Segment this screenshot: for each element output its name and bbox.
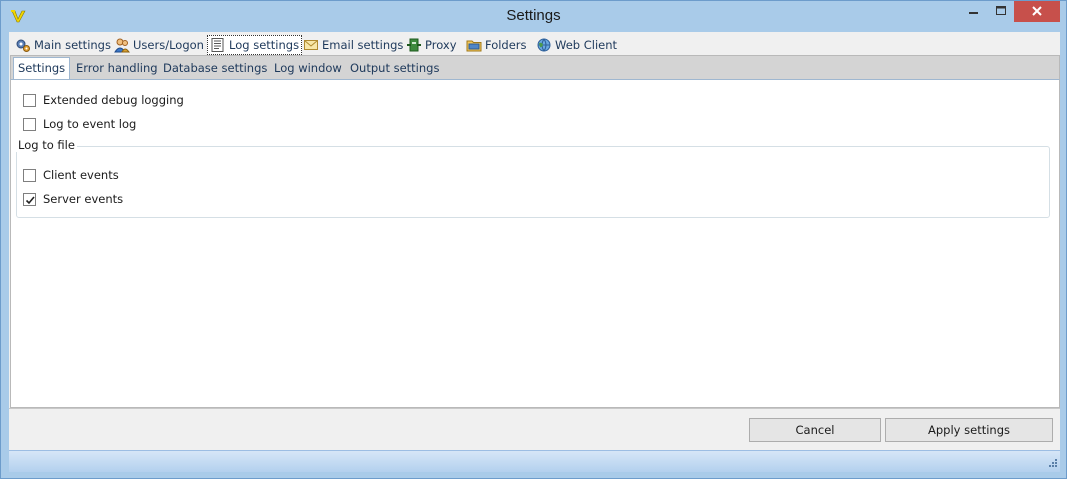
- extended-debug-logging-option[interactable]: Extended debug logging: [23, 93, 184, 107]
- extended-debug-logging-label: Extended debug logging: [43, 93, 184, 107]
- server-events-checkbox[interactable]: [23, 192, 36, 206]
- log-to-file-legend: Log to file: [16, 138, 77, 152]
- tab-web-client[interactable]: Web Client: [534, 35, 619, 55]
- tab-label: Main settings: [34, 38, 111, 52]
- maximize-icon: [996, 6, 1006, 15]
- tab-main-settings[interactable]: Main settings: [13, 35, 113, 55]
- close-icon: [1032, 6, 1042, 16]
- tab-proxy[interactable]: Proxy: [404, 35, 459, 55]
- subtab-settings[interactable]: Settings: [13, 57, 71, 80]
- close-button[interactable]: [1014, 1, 1060, 22]
- log-icon: [210, 37, 226, 53]
- server-events-option[interactable]: Server events: [23, 192, 123, 206]
- window-title: Settings: [506, 7, 561, 24]
- subtab-database-settings[interactable]: Database settings: [163, 58, 267, 80]
- tab-label: Proxy: [425, 38, 457, 52]
- subtab-error-handling[interactable]: Error handling: [76, 58, 158, 80]
- tab-label: Email settings: [322, 38, 404, 52]
- tab-log-settings[interactable]: Log settings: [207, 35, 303, 55]
- client-events-option[interactable]: Client events: [23, 168, 119, 182]
- minimize-icon: [969, 12, 978, 14]
- subtab-log-window[interactable]: Log window: [274, 58, 342, 80]
- button-bar: Cancel Apply settings: [9, 408, 1060, 448]
- log-to-event-log-checkbox[interactable]: [23, 117, 36, 131]
- settings-panel: Extended debug logging Log to event log …: [10, 79, 1060, 408]
- server-events-label: Server events: [43, 192, 124, 206]
- log-to-event-log-label: Log to event log: [43, 117, 137, 131]
- status-bar: [9, 450, 1060, 472]
- settings-window: Settings Main settings Users/Logon Log s…: [0, 0, 1067, 479]
- proxy-icon: [406, 37, 422, 53]
- client-events-label: Client events: [43, 168, 119, 182]
- apply-settings-button[interactable]: Apply settings: [885, 418, 1053, 442]
- folders-icon: [466, 37, 482, 53]
- tab-email-settings[interactable]: Email settings: [301, 35, 405, 55]
- client-events-checkbox[interactable]: [23, 168, 36, 182]
- subtab-output-settings[interactable]: Output settings: [350, 58, 439, 80]
- log-to-event-log-option[interactable]: Log to event log: [23, 117, 136, 131]
- envelope-icon: [303, 37, 319, 53]
- tab-label: Folders: [485, 38, 527, 52]
- gears-icon: [15, 37, 31, 53]
- tab-users-logon[interactable]: Users/Logon: [112, 35, 206, 55]
- cancel-button[interactable]: Cancel: [749, 418, 881, 442]
- tab-folders[interactable]: Folders: [464, 35, 529, 55]
- client-area: Main settings Users/Logon Log settings E…: [9, 32, 1060, 472]
- tab-label: Users/Logon: [133, 38, 204, 52]
- tab-label: Log settings: [229, 38, 300, 52]
- minimize-button[interactable]: [960, 1, 987, 22]
- main-tab-strip: Main settings Users/Logon Log settings E…: [9, 32, 1060, 55]
- resize-grip-icon[interactable]: [1046, 458, 1058, 470]
- globe-icon: [536, 37, 552, 53]
- checkmark-icon: [25, 195, 35, 204]
- extended-debug-logging-checkbox[interactable]: [23, 93, 36, 107]
- title-bar[interactable]: Settings: [1, 1, 1066, 32]
- log-to-file-group: [16, 146, 1050, 218]
- tab-label: Web Client: [555, 38, 618, 52]
- sub-tab-strip: Settings Error handling Database setting…: [10, 55, 1060, 80]
- maximize-button[interactable]: [987, 1, 1014, 22]
- users-icon: [114, 37, 130, 53]
